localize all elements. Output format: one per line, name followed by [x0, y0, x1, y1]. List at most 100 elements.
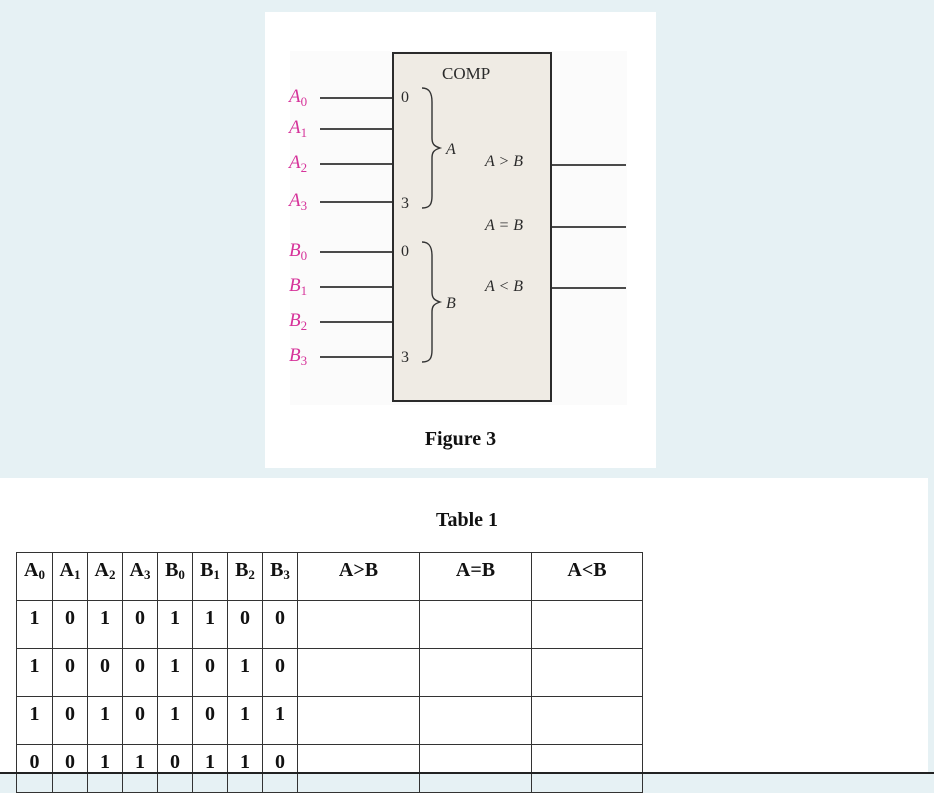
input-label-b3: B3	[289, 346, 307, 370]
answer-cell[interactable]	[297, 696, 420, 745]
header-text: B	[200, 559, 214, 581]
bit-cell: 1	[87, 696, 123, 745]
answer-cell[interactable]	[531, 696, 643, 745]
input-wire-b2	[320, 321, 393, 323]
header-text: A	[59, 559, 74, 581]
input-subscript: 2	[300, 318, 308, 333]
table-header-row: A0 A1 A2 A3 B0 B1 B2 B3 A>B A=B A<B	[16, 552, 643, 601]
input-label-a3: A3	[289, 191, 307, 215]
input-wire-b3	[320, 356, 393, 358]
answer-cell[interactable]	[419, 696, 532, 745]
input-label-b2: B2	[289, 311, 307, 335]
figure-caption: Figure 3	[424, 428, 497, 450]
header-text: B	[270, 559, 284, 581]
input-subscript: 3	[300, 353, 308, 368]
input-wire-a2	[320, 163, 393, 165]
input-letter: B	[289, 310, 301, 331]
bit-cell: 0	[227, 600, 263, 649]
column-header: B0	[157, 552, 193, 601]
column-header: A=B	[419, 552, 532, 601]
input-letter: B	[289, 275, 301, 296]
column-header: A0	[16, 552, 53, 601]
header-text: A>B	[338, 559, 379, 581]
answer-cell[interactable]	[419, 744, 532, 793]
input-subscript: 3	[300, 198, 308, 213]
bit-cell: 1	[192, 600, 228, 649]
bit-cell: 1	[157, 648, 193, 697]
input-label-a1: A1	[289, 118, 307, 142]
table-row: 00110110	[16, 744, 643, 793]
answer-cell[interactable]	[297, 744, 420, 793]
output-wire-greater	[552, 164, 626, 166]
input-letter: B	[289, 345, 301, 366]
bit-cell: 1	[87, 600, 123, 649]
input-letter: B	[289, 240, 301, 261]
input-wire-a1	[320, 128, 393, 130]
column-header: B1	[192, 552, 228, 601]
column-header: A3	[122, 552, 158, 601]
header-subscript: 3	[143, 567, 151, 582]
brace-a-icon	[421, 87, 443, 209]
bit-cell: 1	[227, 696, 263, 745]
input-subscript: 1	[300, 125, 308, 140]
bit-cell: 1	[122, 744, 158, 793]
bit-cell: 1	[192, 744, 228, 793]
input-subscript: 0	[300, 94, 308, 109]
input-label-a2: A2	[289, 153, 307, 177]
header-text: B	[165, 559, 179, 581]
input-wire-a0	[320, 97, 393, 99]
answer-cell[interactable]	[531, 648, 643, 697]
output-wire-equal	[552, 226, 626, 228]
bit-cell: 1	[16, 648, 53, 697]
header-subscript: 0	[178, 567, 185, 582]
output-label-equal: A = B	[485, 217, 524, 234]
answer-cell[interactable]	[297, 600, 420, 649]
answer-cell[interactable]	[297, 648, 420, 697]
column-header: A>B	[297, 552, 420, 601]
header-subscript: 2	[108, 567, 116, 582]
bit-cell: 0	[122, 648, 158, 697]
table-title: Table 1	[435, 509, 499, 531]
bit-cell: 0	[192, 648, 228, 697]
header-text: A	[24, 559, 39, 581]
bit-cell: 0	[122, 696, 158, 745]
bit-cell: 0	[262, 600, 298, 649]
bit-cell: 0	[262, 744, 298, 793]
table-row: 10001010	[16, 648, 643, 697]
input-label-b1: B1	[289, 276, 307, 300]
comparator-block	[392, 52, 552, 402]
header-subscript: 1	[213, 567, 220, 582]
group-a-end: 3	[401, 195, 409, 212]
answer-cell[interactable]	[419, 600, 532, 649]
bit-cell: 1	[227, 648, 263, 697]
bit-cell: 0	[52, 600, 88, 649]
input-wire-b0	[320, 251, 393, 253]
group-a-start: 0	[401, 89, 409, 106]
output-label-less: A < B	[485, 278, 524, 295]
answer-cell[interactable]	[531, 744, 643, 793]
input-wire-b1	[320, 286, 393, 288]
header-subscript: 0	[38, 567, 45, 582]
table-row: 10101011	[16, 696, 643, 745]
bit-cell: 0	[16, 744, 53, 793]
bit-cell: 1	[157, 600, 193, 649]
header-text: A=B	[455, 559, 496, 581]
bit-cell: 1	[87, 744, 123, 793]
column-header: A2	[87, 552, 123, 601]
input-subscript: 2	[300, 160, 308, 175]
input-letter: A	[289, 86, 301, 107]
output-wire-less	[552, 287, 626, 289]
column-header: B3	[262, 552, 298, 601]
answer-cell[interactable]	[419, 648, 532, 697]
header-text: A	[129, 559, 144, 581]
bit-cell: 0	[157, 744, 193, 793]
input-letter: A	[289, 117, 301, 138]
input-subscript: 1	[300, 283, 308, 298]
answer-cell[interactable]	[531, 600, 643, 649]
input-letter: A	[289, 190, 301, 211]
header-text: A	[94, 559, 109, 581]
truth-table: A0 A1 A2 A3 B0 B1 B2 B3 A>B A=B A<B 10101100100010…	[16, 552, 643, 793]
header-text: B	[235, 559, 249, 581]
column-header: B2	[227, 552, 263, 601]
input-label-b0: B0	[289, 241, 307, 265]
